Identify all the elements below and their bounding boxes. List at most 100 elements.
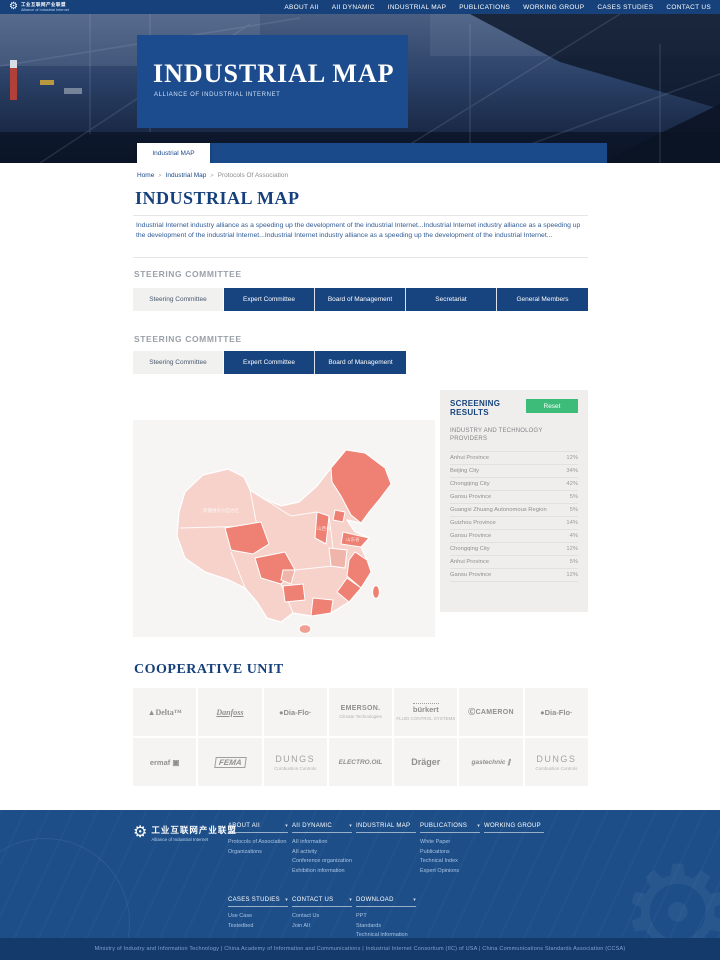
committee-tabs-2: Steering Committee Expert Committee Boar… xyxy=(133,351,406,374)
footer-link[interactable]: White Paper xyxy=(420,838,480,848)
screening-row[interactable]: Gansu Province 5% xyxy=(450,491,578,504)
footer-col-download: DOWNLOAD ▾ PPTStandardsTechnical informa… xyxy=(356,897,416,938)
footer-link[interactable]: Use Case xyxy=(228,912,288,922)
nav-item[interactable]: ABOUT AII xyxy=(284,4,318,11)
footer-col-contact: CONTACT US ▾ Contact UsJoin AII xyxy=(292,897,352,938)
partner-logo-burkert[interactable]: bürkertFLUID CONTROL SYSTEMS xyxy=(394,688,457,736)
footer-link[interactable]: Organizations xyxy=(228,848,288,858)
footer-link[interactable]: Expert Opinions xyxy=(420,867,480,877)
screening-row[interactable]: Guizhou Province 14% xyxy=(450,517,578,530)
footer-link[interactable]: AII information xyxy=(292,838,352,848)
partner-logo-electrooil[interactable]: ELECTRO.OIL xyxy=(329,738,392,786)
tab-board-of-management[interactable]: Board of Management xyxy=(315,288,406,311)
footer-col-title-contact[interactable]: CONTACT US ▾ xyxy=(292,897,352,907)
breadcrumb: Home > Industrial Map > Protocols Of Ass… xyxy=(137,172,288,179)
footer-link[interactable]: AII activity xyxy=(292,848,352,858)
screening-rows: Anhui Province 12% Beijing City 34% Chon… xyxy=(450,451,578,582)
page-title: INDUSTRIAL MAP xyxy=(135,188,300,209)
footer-link[interactable]: Technical Index xyxy=(420,857,480,867)
footer-col-working-group: WORKING GROUP xyxy=(484,823,544,876)
footer-link[interactable]: PPT xyxy=(356,912,416,922)
tab-steering-committee[interactable]: Steering Committee xyxy=(133,288,224,311)
footer-link[interactable]: Conference organization xyxy=(292,857,352,867)
map-label-shandong: 山东省 xyxy=(346,536,360,543)
partner-logo-cameron[interactable]: ⒸCAMERON xyxy=(459,688,522,736)
partner-logo-dungs[interactable]: DUNGSCombustion Controls xyxy=(525,738,588,786)
partner-logo-fema[interactable]: FEMA xyxy=(198,738,261,786)
partner-logo-ermaf[interactable]: ermaf ▣ xyxy=(133,738,196,786)
screening-row[interactable]: Gansu Province 12% xyxy=(450,569,578,582)
footer-link[interactable]: Exhibition information xyxy=(292,867,352,877)
footer-col-title-industrial-map[interactable]: INDUSTRIAL MAP xyxy=(356,823,416,833)
footer-link[interactable]: Contact Us xyxy=(292,912,352,922)
footer-link[interactable]: Protocols of Association xyxy=(228,838,288,848)
footer-columns-row2: CASES STUDIES ▾ Use CaseTestedbed CONTAC… xyxy=(228,897,420,938)
divider xyxy=(133,257,588,258)
partner-logo-danfoss[interactable]: Danfoss xyxy=(198,688,261,736)
hero-banner: INDUSTRIAL MAP ALLIANCE OF INDUSTRIAL IN… xyxy=(0,14,720,163)
footer-col-title-cases[interactable]: CASES STUDIES ▾ xyxy=(228,897,288,907)
china-map[interactable]: 新疆维吾尔自治区 山西省 山东省 xyxy=(133,420,435,637)
screening-row[interactable]: Gansu Province 4% xyxy=(450,530,578,543)
brand-logo[interactable]: ⚙ 工业互联网产业联盟 Alliance of Industrial Inter… xyxy=(9,2,69,12)
tab-steering-committee[interactable]: Steering Committee xyxy=(133,351,224,374)
footer-decorative-circle xyxy=(0,838,130,938)
screening-row[interactable]: Anhui Province 5% xyxy=(450,556,578,569)
footer-link[interactable]: Standards xyxy=(356,922,416,932)
tab-general-members[interactable]: General Members xyxy=(497,288,588,311)
main-nav: ABOUT AII AII DYNAMIC INDUSTRIAL MAP PUBLIC… xyxy=(284,4,711,11)
footer-col-label: DOWNLOAD xyxy=(356,897,394,903)
screening-row[interactable]: Beijing City 34% xyxy=(450,465,578,478)
partner-logo-gastechnic[interactable]: gastechnic ∥ xyxy=(459,738,522,786)
footer-col-title-dynamic[interactable]: AII DYNAMIC ▾ xyxy=(292,823,352,833)
screening-row[interactable]: Guangxi Zhuang Autonomous Region 5% xyxy=(450,504,578,517)
footer-link[interactable]: Publications xyxy=(420,848,480,858)
province-name: Gansu Province xyxy=(450,533,491,539)
partner-logo-diaflo[interactable]: ●Dia-Flo· xyxy=(264,688,327,736)
footer-link[interactable]: Testedbed xyxy=(228,922,288,932)
nav-item[interactable]: CONTACT US xyxy=(666,4,711,11)
footer-col-about: ABOUT AII ▾ Protocols of AssociationOrga… xyxy=(228,823,288,876)
reset-button[interactable]: Reset xyxy=(526,399,578,413)
footer-col-title-working-group[interactable]: WORKING GROUP xyxy=(484,823,544,833)
screening-row[interactable]: Chongqing City 42% xyxy=(450,478,578,491)
bottom-bar: Ministry of Industry and Information Tec… xyxy=(0,938,720,960)
footer-col-title-publications[interactable]: PUBLICATIONS ▾ xyxy=(420,823,480,833)
province-percentage: 5% xyxy=(570,494,578,500)
footer-link[interactable]: Join AII xyxy=(292,922,352,932)
province-name: Anhui Province xyxy=(450,559,489,565)
screening-row[interactable]: Chongqing City 12% xyxy=(450,543,578,556)
partner-logo-dungs[interactable]: DUNGSCombustion Controls xyxy=(264,738,327,786)
nav-item[interactable]: CASES STUDIES xyxy=(597,4,653,11)
footer-col-dynamic: AII DYNAMIC ▾ AII informationAII activit… xyxy=(292,823,352,876)
nav-item[interactable]: INDUSTRIAL MAP xyxy=(388,4,447,11)
breadcrumb-home[interactable]: Home xyxy=(137,172,154,179)
footer-col-label: CASES STUDIES xyxy=(228,897,280,903)
footer-logo[interactable]: ⚙ 工业互联网产业联盟 Alliance of Industrial Inter… xyxy=(133,824,237,842)
breadcrumb-industrial-map[interactable]: Industrial Map xyxy=(166,172,207,179)
tab-board-of-management[interactable]: Board of Management xyxy=(315,351,406,374)
partner-logo-delta[interactable]: ▲Delta™ xyxy=(133,688,196,736)
footer-link[interactable]: Technical information xyxy=(356,931,416,938)
partner-logo-subtext: Climate Technologies xyxy=(339,714,382,719)
partner-logo-drager[interactable]: Dräger xyxy=(394,738,457,786)
footer-col-title-download[interactable]: DOWNLOAD ▾ xyxy=(356,897,416,907)
nav-item[interactable]: PUBLICATIONS xyxy=(459,4,510,11)
partner-logo-emerson[interactable]: EMERSON.Climate Technologies xyxy=(329,688,392,736)
partner-logo-text: ●Dia-Flo· xyxy=(279,708,311,717)
partner-logo-diaflo[interactable]: ●Dia-Flo· xyxy=(525,688,588,736)
tab-expert-committee[interactable]: Expert Committee xyxy=(224,351,315,374)
breadcrumb-current: Protocols Of Association xyxy=(218,172,288,179)
nav-item[interactable]: WORKING GROUP xyxy=(523,4,584,11)
screening-row[interactable]: Anhui Province 12% xyxy=(450,452,578,465)
tab-expert-committee[interactable]: Expert Committee xyxy=(224,288,315,311)
tab-industrial-map[interactable]: Industrial MAP xyxy=(137,143,210,163)
tab-secretariat[interactable]: Secretariat xyxy=(406,288,497,311)
footer-col-title-about[interactable]: ABOUT AII ▾ xyxy=(228,823,288,833)
footer-col-label: INDUSTRIAL MAP xyxy=(356,823,410,829)
partner-logo-grid: ▲Delta™ Danfoss ●Dia-Flo· EMERSON.Climat… xyxy=(133,688,588,786)
partner-logo-text: ELECTRO.OIL xyxy=(339,759,383,766)
partner-logo-text: ermaf ▣ xyxy=(150,758,180,767)
nav-item[interactable]: AII DYNAMIC xyxy=(332,4,375,11)
province-percentage: 14% xyxy=(566,520,578,526)
